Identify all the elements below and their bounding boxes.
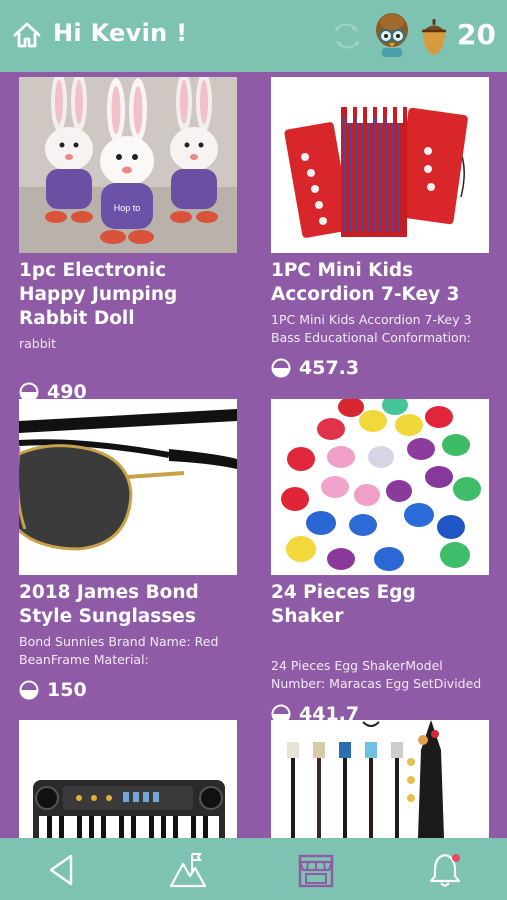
- coin-icon: [271, 358, 291, 378]
- product-card[interactable]: 1PC Mini Kids Accordion 7-Key 3 1PC Mini…: [271, 77, 489, 379]
- product-grid: Hop to 1pc Electronic Happy Jumping Rabb…: [0, 72, 507, 838]
- back-icon[interactable]: [41, 850, 81, 890]
- bell-icon[interactable]: [425, 850, 465, 890]
- product-image-accordion[interactable]: [271, 77, 489, 253]
- product-image-sunglasses[interactable]: [19, 399, 237, 575]
- product-image-keyboard[interactable]: [19, 720, 237, 838]
- product-card[interactable]: 2018 James Bond Style Sunglasses Bond Su…: [19, 399, 237, 701]
- acorn-icon: [422, 19, 446, 55]
- mountain-icon[interactable]: [168, 850, 208, 890]
- coin-icon: [19, 680, 39, 700]
- greeting-text: Hi Kevin !: [53, 19, 188, 47]
- product-description: 1PC Mini Kids Accordion 7-Key 3 Bass Edu…: [271, 312, 472, 345]
- bottom-nav: [0, 838, 507, 900]
- price-value: 457.3: [299, 357, 360, 379]
- home-icon[interactable]: [12, 20, 42, 50]
- coin-count: 20: [457, 18, 496, 51]
- product-title: 2018 James Bond Style Sunglasses: [19, 582, 199, 627]
- product-card[interactable]: Hop to 1pc Electronic Happy Jumping Rabb…: [19, 77, 237, 403]
- product-description: rabbit: [19, 336, 57, 351]
- svg-text:Hop to: Hop to: [114, 203, 141, 213]
- product-title: 1PC Mini Kids Accordion 7-Key 3: [271, 260, 460, 305]
- product-card[interactable]: [19, 720, 237, 838]
- product-description: Bond Sunnies Brand Name: Red BeanFrame M…: [19, 634, 219, 667]
- top-bar: Hi Kevin ! 20: [0, 0, 507, 72]
- price-value: 150: [47, 679, 87, 701]
- product-card[interactable]: [271, 720, 489, 838]
- product-image-rabbit-dolls[interactable]: Hop to: [19, 77, 237, 253]
- store-icon[interactable]: [296, 850, 336, 890]
- product-card[interactable]: 24 Pieces Egg Shaker 24 Pieces Egg Shake…: [271, 399, 489, 725]
- product-price: 457.3: [271, 357, 489, 379]
- product-description: 24 Pieces Egg ShakerModel Number: Maraca…: [271, 658, 482, 691]
- product-image-guitars[interactable]: [271, 720, 489, 838]
- product-title: 1pc Electronic Happy Jumping Rabbit Doll: [19, 260, 178, 329]
- sync-icon[interactable]: [330, 19, 364, 53]
- product-title: 24 Pieces Egg Shaker: [271, 582, 416, 627]
- product-price: 150: [19, 679, 237, 701]
- product-image-egg-shakers[interactable]: [271, 399, 489, 575]
- notification-dot: [452, 854, 460, 862]
- avatar[interactable]: [372, 10, 412, 60]
